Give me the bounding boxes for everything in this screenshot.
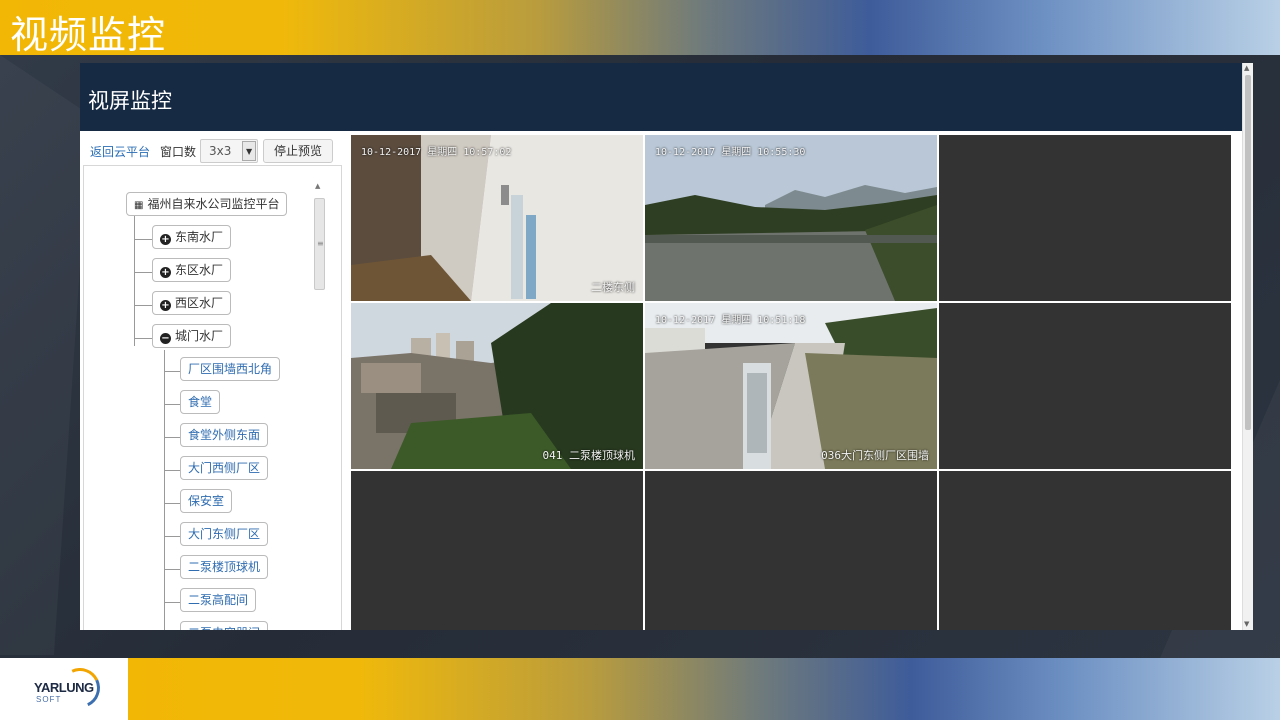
back-to-cloud-link[interactable]: 返回云平台 — [90, 143, 150, 160]
tree-camera-item[interactable]: 二泵楼顶球机 — [180, 555, 269, 579]
tree-scrollbar-thumb[interactable]: ≡ — [314, 198, 325, 290]
scroll-up-icon[interactable]: ▲ — [315, 182, 320, 190]
plant-label: 西区水厂 — [175, 296, 224, 310]
video-cell[interactable]: 10-12-2017 星期四 10:51:18 036大门东侧厂区围墙 — [645, 303, 937, 469]
camera-feed-road — [645, 303, 937, 469]
osd-caption: 036大门东侧厂区围墙 — [821, 449, 929, 462]
tree-camera-item[interactable]: 大门东侧厂区 — [180, 522, 269, 546]
slide-title-bar: 视频监控 — [0, 0, 1280, 57]
video-monitor-window: 视屏监控 ▲ ▼ 返回云平台 窗口数 3x3 ▼ 停止预览 ▦ 福州自来水公司监… — [80, 63, 1253, 630]
tree-camera-item[interactable]: 食堂 — [180, 390, 221, 414]
osd-timestamp: 10-12-2017 星期四 10:51:18 — [655, 315, 806, 326]
video-cell-empty[interactable] — [939, 471, 1231, 630]
plus-circle-icon[interactable]: + — [160, 234, 171, 245]
tree-connector — [164, 350, 165, 630]
osd-timestamp: 10-12-2017 星期四 10:57:02 — [361, 147, 512, 158]
grip-icon: ≡ — [317, 239, 324, 248]
tree-camera-item[interactable]: 保安室 — [180, 489, 233, 513]
video-cell-empty[interactable] — [939, 135, 1231, 301]
camera-feed-town — [351, 303, 643, 469]
scroll-down-icon[interactable]: ▼ — [1244, 620, 1249, 628]
page-scrollbar[interactable]: ▲ ▼ — [1242, 63, 1253, 630]
device-tree: ▦ 福州自来水公司监控平台 + 东南水厂 + 东区水厂 + 西区水厂 − 城门水厂 厂区围… — [83, 165, 342, 630]
plant-label: 东区水厂 — [175, 263, 224, 277]
bg-decoration — [0, 55, 90, 655]
osd-caption: 二楼东侧 — [591, 281, 635, 294]
scroll-up-icon[interactable]: ▲ — [1244, 64, 1249, 72]
tree-node-plant[interactable]: + 东南水厂 — [152, 225, 232, 249]
video-grid: 10-12-2017 星期四 10:57:02 二楼东侧 10-12-2017 … — [350, 135, 1234, 630]
plant-label: 东南水厂 — [175, 230, 224, 244]
tree-camera-item[interactable]: 食堂外侧东面 — [180, 423, 269, 447]
tree-root-label: 福州自来水公司监控平台 — [147, 197, 280, 211]
tree-node-plant[interactable]: + 东区水厂 — [152, 258, 232, 282]
minus-circle-icon[interactable]: − — [160, 333, 171, 344]
tree-camera-item[interactable]: 二泵电容器间 — [180, 621, 269, 630]
tree-camera-item[interactable]: 厂区围墙西北角 — [180, 357, 281, 381]
grid-icon: ▦ — [134, 200, 144, 211]
window-count-label: 窗口数 — [160, 144, 197, 159]
osd-timestamp: 10-12-2017 星期四 10:55:30 — [655, 147, 806, 158]
tree-camera-item[interactable]: 二泵高配间 — [180, 588, 257, 612]
plus-circle-icon[interactable]: + — [160, 300, 171, 311]
page-title: 视屏监控 — [88, 89, 172, 113]
stop-preview-button[interactable]: 停止预览 — [263, 139, 334, 163]
video-cell-empty[interactable] — [351, 471, 643, 630]
video-cell[interactable]: 10-12-2017 星期四 10:55:30 — [645, 135, 937, 301]
tree-connector — [134, 216, 135, 346]
slide-footer-bar — [128, 658, 1280, 720]
video-cell-empty[interactable] — [645, 471, 937, 630]
video-cell[interactable]: 041 二泵楼顶球机 — [351, 303, 643, 469]
app-header: 视屏监控 — [80, 63, 1242, 131]
tree-scrollbar[interactable]: ▲ ≡ — [313, 182, 326, 630]
tree-node-plant[interactable]: − 城门水厂 — [152, 324, 232, 348]
slide-title: 视频监控 — [10, 13, 167, 57]
plant-label: 城门水厂 — [175, 329, 224, 343]
camera-feed-river — [645, 135, 937, 301]
window-count-value: 3x3 — [209, 144, 232, 158]
toolbar: 返回云平台 窗口数 3x3 ▼ 停止预览 — [90, 139, 334, 163]
scrollbar-thumb[interactable] — [1245, 75, 1251, 430]
camera-feed-corridor — [351, 135, 643, 301]
dropdown-arrow-icon[interactable]: ▼ — [242, 141, 257, 161]
plus-circle-icon[interactable]: + — [160, 267, 171, 278]
tree-node-plant[interactable]: + 西区水厂 — [152, 291, 232, 315]
tree-root-node[interactable]: ▦ 福州自来水公司监控平台 — [126, 192, 288, 216]
osd-caption: 041 二泵楼顶球机 — [542, 449, 636, 462]
video-cell-empty[interactable] — [939, 303, 1231, 469]
video-cell[interactable]: 10-12-2017 星期四 10:57:02 二楼东侧 — [351, 135, 643, 301]
logo-subtext: SOFT — [36, 695, 62, 704]
window-count-select[interactable]: 3x3 ▼ — [200, 139, 259, 163]
tree-camera-item[interactable]: 大门西侧厂区 — [180, 456, 269, 480]
